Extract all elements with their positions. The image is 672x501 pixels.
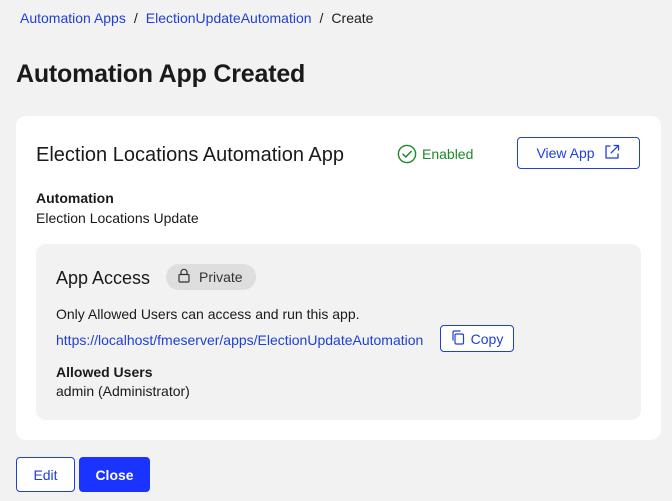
breadcrumb-separator: / — [133, 10, 138, 26]
page-title: Automation App Created — [16, 60, 306, 88]
copy-url-button[interactable]: Copy — [440, 325, 514, 352]
automation-value: Election Locations Update — [36, 210, 199, 226]
app-access-panel: App Access Private Only Allowed Users ca… — [36, 244, 641, 420]
breadcrumb-link-automation-apps[interactable]: Automation Apps — [20, 10, 126, 26]
app-name: Election Locations Automation App — [36, 144, 344, 166]
allowed-users-value: admin (Administrator) — [56, 383, 190, 399]
access-description: Only Allowed Users can access and run th… — [56, 306, 360, 322]
view-app-button[interactable]: View App — [517, 137, 640, 169]
app-url-link[interactable]: https://localhost/fmeserver/apps/Electio… — [56, 331, 423, 349]
lock-icon — [178, 268, 190, 286]
app-access-title: App Access — [56, 268, 151, 288]
allowed-users-label: Allowed Users — [56, 364, 153, 380]
privacy-badge-label: Private — [199, 269, 243, 285]
automation-label: Automation — [36, 190, 114, 206]
privacy-badge: Private — [166, 264, 256, 290]
check-circle-icon — [397, 144, 417, 164]
breadcrumb: Automation Apps / ElectionUpdateAutomation… — [20, 9, 373, 27]
copy-button-label: Copy — [470, 330, 504, 347]
status-text: Enabled — [422, 146, 474, 162]
breadcrumb-current: Create — [331, 10, 374, 26]
app-summary-card: Election Locations Automation App Enable… — [16, 116, 661, 440]
status-badge: Enabled — [397, 144, 473, 164]
breadcrumb-link-election-update-automation[interactable]: ElectionUpdateAutomation — [146, 10, 312, 26]
copy-icon — [451, 329, 465, 348]
close-button[interactable]: Close — [79, 457, 150, 492]
external-link-icon — [603, 143, 621, 164]
edit-button[interactable]: Edit — [16, 457, 75, 492]
view-app-label: View App — [536, 145, 595, 161]
breadcrumb-separator: / — [319, 10, 324, 26]
